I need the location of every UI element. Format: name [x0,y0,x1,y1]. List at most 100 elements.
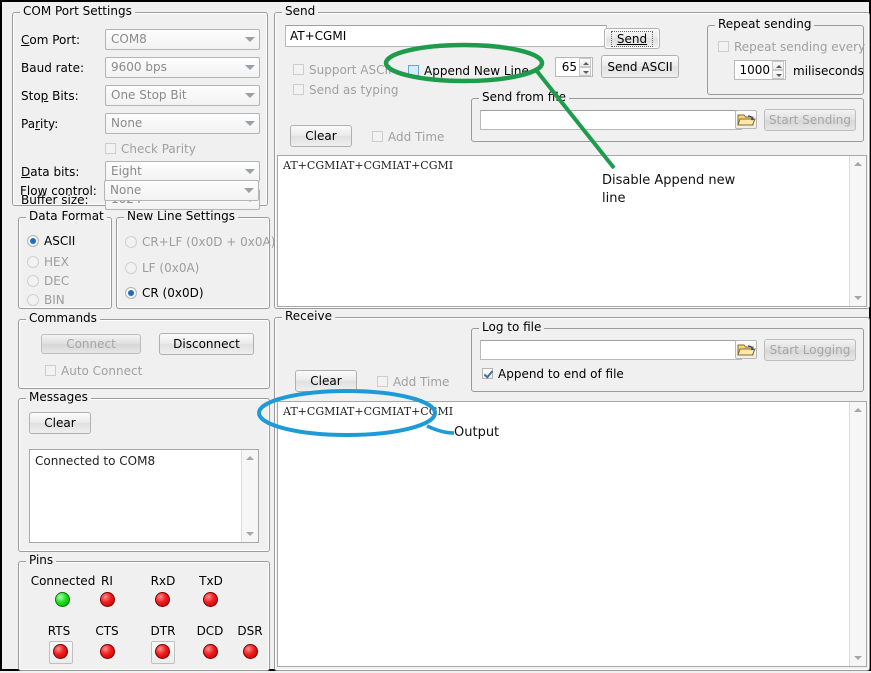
radio-label: BIN [44,293,65,307]
send-as-typing-label: Send as typing [309,83,398,97]
flow-control-label: Flow control: [20,184,97,198]
pins-group: Pins Connected RI RxD TxD RTS CTS DTR DC… [18,561,270,671]
receive-scrollbar[interactable] [849,402,866,666]
check-parity-label: Check Parity [121,142,196,156]
radio-data-format-dec[interactable]: DEC [27,274,69,288]
send-log-scrollbar[interactable] [849,156,866,306]
annotation-text-disable-append: Disable Append new line [602,172,762,208]
send-log-text: AT+CGMIAT+CGMIAT+CGMI [283,159,848,172]
com-port-value: COM8 [111,32,147,46]
stop-bits-label: Stop Bits: [21,89,79,103]
checkbox-box [45,365,56,376]
flow-control-select[interactable]: None [104,180,259,201]
start-sending-label: Start Sending [769,113,851,127]
connect-button[interactable]: Connect [41,334,141,354]
auto-connect-checkbox[interactable]: Auto Connect [45,364,142,378]
scroll-down-icon[interactable] [850,651,865,666]
send-ascii-button-label: Send ASCII [607,60,672,74]
append-to-end-of-file-label: Append to end of file [498,367,624,381]
spinner-down-icon[interactable] [579,67,591,76]
repeat-sending-title: Repeat sending [715,18,814,30]
parity-select[interactable]: None [105,113,260,134]
messages-scrollbar[interactable] [241,450,258,542]
start-logging-button[interactable]: Start Logging [764,339,856,361]
disconnect-button[interactable]: Disconnect [159,333,254,355]
data-format-group: Data Format ASCII HEX DEC BIN [18,217,112,309]
support-ascii-checkbox[interactable]: Support ASCII [293,63,392,77]
log-to-file-input[interactable] [480,340,742,360]
radio-newline-crlf[interactable]: CR+LF (0x0D + 0x0A) [125,235,275,249]
start-sending-button[interactable]: Start Sending [764,109,856,131]
append-to-end-of-file-checkbox[interactable]: Append to end of file [482,367,624,381]
log-to-file-group: Log to file Start Logging Append [471,328,864,392]
com-port-select[interactable]: COM8 [105,29,260,50]
scroll-up-icon[interactable] [850,156,865,171]
scroll-down-icon[interactable] [850,291,865,306]
send-log-area[interactable]: AT+CGMIAT+CGMIAT+CGMI [277,155,867,307]
radio-label: CR (0x0D) [142,286,204,300]
radio-label: LF (0x0A) [142,261,199,275]
start-logging-label: Start Logging [770,343,851,357]
send-clear-button[interactable]: Clear [290,125,352,147]
messages-log-text: Connected to COM8 [35,454,240,468]
radio-label: DEC [44,274,69,288]
check-parity-checkbox[interactable]: Check Parity [105,142,196,156]
radio-data-format-bin[interactable]: BIN [27,293,65,307]
append-new-line-checkbox[interactable]: Append New Line [408,64,529,78]
scroll-up-icon[interactable] [242,450,257,465]
com-port-settings-title: COM Port Settings [20,5,135,17]
spinner-down-icon[interactable] [772,70,784,79]
radio-newline-cr[interactable]: CR (0x0D) [125,286,204,300]
flow-control-value: None [110,183,141,197]
append-new-line-label: Append New Line [424,64,529,78]
send-button[interactable]: Send [604,28,660,49]
scroll-up-icon[interactable] [850,402,865,417]
receive-add-time-checkbox[interactable]: Add Time [377,375,449,389]
radio-label: CR+LF (0x0D + 0x0A) [142,235,275,249]
parity-value: None [111,116,142,130]
spinner-up-icon[interactable] [772,61,784,70]
pin-led-dsr [243,644,258,659]
log-to-file-title: Log to file [479,321,544,333]
annotation-text-output: Output [454,424,499,442]
repeat-interval-spinner[interactable]: 1000 [734,60,786,80]
send-input[interactable]: AT+CGMI [285,25,607,47]
spinner-up-icon[interactable] [579,58,591,67]
repeat-sending-checkbox[interactable]: Repeat sending every [718,40,865,54]
pin-led-ri [100,592,115,607]
left-column: COM Port Settings Com Port: COM8 Baud ra… [6,4,268,669]
repeat-unit-label: miliseconds [793,64,864,78]
pin-label-dsr: DSR [226,624,274,638]
checkbox-box [105,143,116,154]
folder-open-icon[interactable] [735,340,757,359]
radio-newline-lf[interactable]: LF (0x0A) [125,261,199,275]
baud-rate-select[interactable]: 9600 bps [105,57,260,78]
messages-log-area[interactable]: Connected to COM8 [29,449,259,543]
chevron-down-icon [245,93,255,98]
scroll-down-icon[interactable] [242,527,257,542]
send-from-file-input[interactable] [480,110,742,130]
pin-label-rxd: RxD [139,574,187,588]
receive-add-time-label: Add Time [393,375,449,389]
pin-label-cts: CTS [83,624,131,638]
send-ascii-button[interactable]: Send ASCII [601,55,679,78]
radio-dot [125,262,137,274]
ascii-code-spinner[interactable]: 65 [555,57,593,77]
send-as-typing-checkbox[interactable]: Send as typing [293,83,398,97]
stop-bits-select[interactable]: One Stop Bit [105,85,260,106]
send-from-file-group: Send from file Start Sending [471,98,864,142]
checkbox-box [718,41,729,52]
data-format-title: Data Format [26,210,107,222]
data-bits-select[interactable]: Eight [105,161,260,182]
folder-open-icon[interactable] [735,110,757,129]
send-add-time-label: Add Time [388,130,444,144]
receive-output-area[interactable]: AT+CGMIAT+CGMIAT+CGMI [277,401,867,667]
send-add-time-checkbox[interactable]: Add Time [372,130,444,144]
new-line-settings-group: New Line Settings CR+LF (0x0D + 0x0A) LF… [116,217,270,309]
receive-clear-button[interactable]: Clear [295,370,357,392]
messages-clear-button[interactable]: Clear [29,412,91,434]
checkbox-box [372,131,383,142]
radio-dot [27,294,39,306]
radio-data-format-hex[interactable]: HEX [27,255,69,269]
radio-data-format-ascii[interactable]: ASCII [27,234,75,248]
